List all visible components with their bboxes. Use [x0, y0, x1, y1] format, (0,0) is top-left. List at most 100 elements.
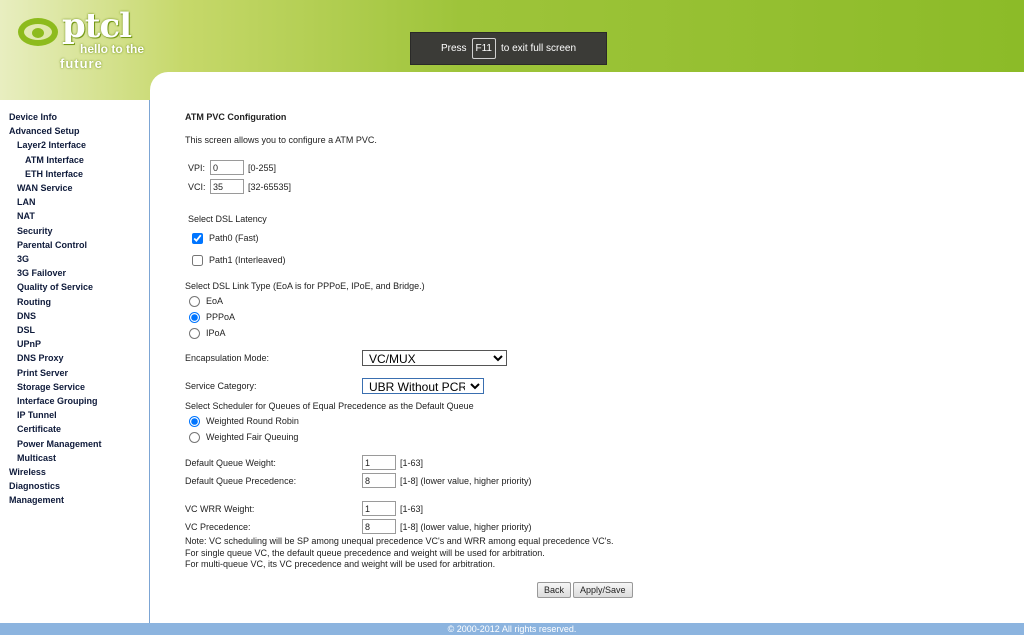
encapsulation-label: Encapsulation Mode:: [185, 352, 270, 363]
default-queue-weight-input[interactable]: [362, 455, 396, 470]
encapsulation-row: Encapsulation Mode: VC/MUX: [185, 349, 1005, 366]
pppoa-radio[interactable]: [189, 311, 200, 323]
sidebar-item-dsl[interactable]: DSL: [0, 323, 149, 337]
vc-precedence-label: VC Precedence:: [185, 521, 251, 532]
sidebar-item-wan-service[interactable]: WAN Service: [0, 181, 149, 195]
wrr-radio[interactable]: [189, 415, 200, 427]
default-queue-precedence-row: Default Queue Precedence: [1-8] (lower v…: [185, 472, 1005, 489]
banner-text: to exit full screen: [501, 43, 577, 54]
main-content: ATM PVC Configuration This screen allows…: [185, 112, 1005, 598]
service-category-label: Service Category:: [185, 380, 257, 391]
link-type-heading: Select DSL Link Type (EoA is for PPPoE, …: [185, 281, 425, 291]
sidebar-item-wireless[interactable]: Wireless: [0, 465, 149, 479]
vc-wrr-weight-row: VC WRR Weight: [1-63]: [185, 500, 1005, 517]
sidebar-item-quality-of-service[interactable]: Quality of Service: [0, 280, 149, 294]
vc-wrr-weight-label: VC WRR Weight:: [185, 503, 255, 514]
vci-input[interactable]: [210, 179, 244, 194]
vpi-range: [0-255]: [248, 162, 277, 173]
sidebar-item-device-info[interactable]: Device Info: [0, 110, 149, 124]
wfq-radio[interactable]: [189, 431, 200, 443]
path0-label: Path0 (Fast): [209, 233, 259, 243]
encapsulation-select[interactable]: VC/MUX: [362, 349, 507, 366]
service-category-select[interactable]: UBR Without PCR: [362, 377, 484, 394]
note-line-3: For multi-queue VC, its VC precedence an…: [185, 559, 496, 569]
vc-precedence-input[interactable]: [362, 519, 396, 534]
sidebar-item-eth-interface[interactable]: ETH Interface: [0, 167, 149, 181]
default-queue-precedence-label: Default Queue Precedence:: [185, 475, 297, 486]
intro-text: This screen allows you to configure a AT…: [185, 135, 377, 145]
sidebar-item-layer2-interface[interactable]: Layer2 Interface: [0, 138, 149, 152]
apply-save-button[interactable]: Apply/Save: [573, 581, 633, 598]
vc-wrr-weight-input[interactable]: [362, 501, 396, 516]
sidebar-item-multicast[interactable]: Multicast: [0, 451, 149, 465]
sidebar-item-diagnostics[interactable]: Diagnostics: [0, 479, 149, 493]
ipoa-option: IPoA: [185, 325, 1005, 341]
vpi-row: VPI: [0-255]: [188, 159, 1005, 176]
vpi-input[interactable]: [210, 160, 244, 175]
ipoa-label: IPoA: [206, 328, 226, 338]
logo-tagline: hello to the: [80, 42, 144, 56]
eoa-radio[interactable]: [189, 295, 200, 307]
pppoa-option: PPPoA: [185, 309, 1005, 325]
default-queue-weight-row: Default Queue Weight: [1-63]: [185, 454, 1005, 471]
sidebar-item-nat[interactable]: NAT: [0, 209, 149, 223]
path1-label: Path1 (Interleaved): [209, 255, 286, 265]
sidebar-item-print-server[interactable]: Print Server: [0, 366, 149, 380]
ptcl-logo: ptcl hello to the future: [14, 6, 154, 71]
default-queue-weight-label: Default Queue Weight:: [185, 457, 276, 468]
vci-row: VCI: [32-65535]: [188, 178, 1005, 195]
vc-precedence-row: VC Precedence: [1-8] (lower value, highe…: [185, 518, 1005, 535]
sidebar-item-routing[interactable]: Routing: [0, 295, 149, 309]
service-category-row: Service Category: UBR Without PCR: [185, 377, 1005, 394]
wfq-option: Weighted Fair Queuing: [185, 429, 1005, 445]
vpi-label: VPI:: [188, 162, 206, 173]
sidebar-item-storage-service[interactable]: Storage Service: [0, 380, 149, 394]
default-queue-weight-range: [1-63]: [400, 457, 424, 468]
wfq-label: Weighted Fair Queuing: [206, 432, 299, 442]
sidebar-item-3g-failover[interactable]: 3G Failover: [0, 266, 149, 280]
fullscreen-banner: Press F11 to exit full screen: [410, 32, 607, 65]
vci-label: VCI:: [188, 181, 206, 192]
path1-checkbox[interactable]: [192, 254, 203, 266]
sidebar-item-advanced-setup[interactable]: Advanced Setup: [0, 124, 149, 138]
vc-wrr-weight-range: [1-63]: [400, 503, 424, 514]
scheduling-note: Note: VC scheduling will be SP among une…: [185, 536, 1005, 571]
wrr-label: Weighted Round Robin: [206, 416, 299, 426]
sidebar-item-ip-tunnel[interactable]: IP Tunnel: [0, 408, 149, 422]
vc-precedence-range: [1-8] (lower value, higher priority): [400, 521, 532, 532]
back-button[interactable]: Back: [537, 581, 572, 598]
scheduler-heading: Select Scheduler for Queues of Equal Pre…: [185, 401, 474, 411]
ipoa-radio[interactable]: [189, 327, 200, 339]
vci-range: [32-65535]: [248, 181, 292, 192]
sidebar-item-lan[interactable]: LAN: [0, 195, 149, 209]
sidebar-nav: Device Info Advanced Setup Layer2 Interfac…: [0, 100, 150, 623]
sidebar-item-parental-control[interactable]: Parental Control: [0, 238, 149, 252]
content-top-curve: [150, 72, 1024, 112]
sidebar-item-management[interactable]: Management: [0, 493, 149, 507]
logo-tagline-future: future: [60, 56, 103, 71]
sidebar-item-dns[interactable]: DNS: [0, 309, 149, 323]
logo-dot-icon: [32, 28, 44, 38]
path0-checkbox[interactable]: [192, 232, 203, 244]
sidebar-item-security[interactable]: Security: [0, 224, 149, 238]
sidebar-item-dns-proxy[interactable]: DNS Proxy: [0, 351, 149, 365]
logo-word: ptcl: [62, 6, 132, 46]
path1-option: Path1 (Interleaved): [188, 252, 1005, 268]
eoa-label: EoA: [206, 296, 224, 306]
default-queue-precedence-range: [1-8] (lower value, higher priority): [400, 475, 532, 486]
sidebar-item-upnp[interactable]: UPnP: [0, 337, 149, 351]
note-line-2: For single queue VC, the default queue p…: [185, 547, 545, 558]
sidebar-item-certificate[interactable]: Certificate: [0, 422, 149, 436]
sidebar-item-atm-interface[interactable]: ATM Interface: [0, 153, 149, 167]
latency-heading: Select DSL Latency: [188, 214, 267, 224]
pppoa-label: PPPoA: [206, 312, 236, 322]
path0-option: Path0 (Fast): [188, 230, 1005, 246]
note-line-1: Note: VC scheduling will be SP among une…: [185, 536, 614, 546]
sidebar-item-3g[interactable]: 3G: [0, 252, 149, 266]
f11-key: F11: [471, 38, 496, 59]
sidebar-item-interface-grouping[interactable]: Interface Grouping: [0, 394, 149, 408]
footer-copyright: © 2000-2012 All rights reserved.: [0, 623, 1024, 635]
sidebar-item-power-management[interactable]: Power Management: [0, 437, 149, 451]
default-queue-precedence-input[interactable]: [362, 473, 396, 488]
banner-press: Press: [440, 43, 467, 54]
